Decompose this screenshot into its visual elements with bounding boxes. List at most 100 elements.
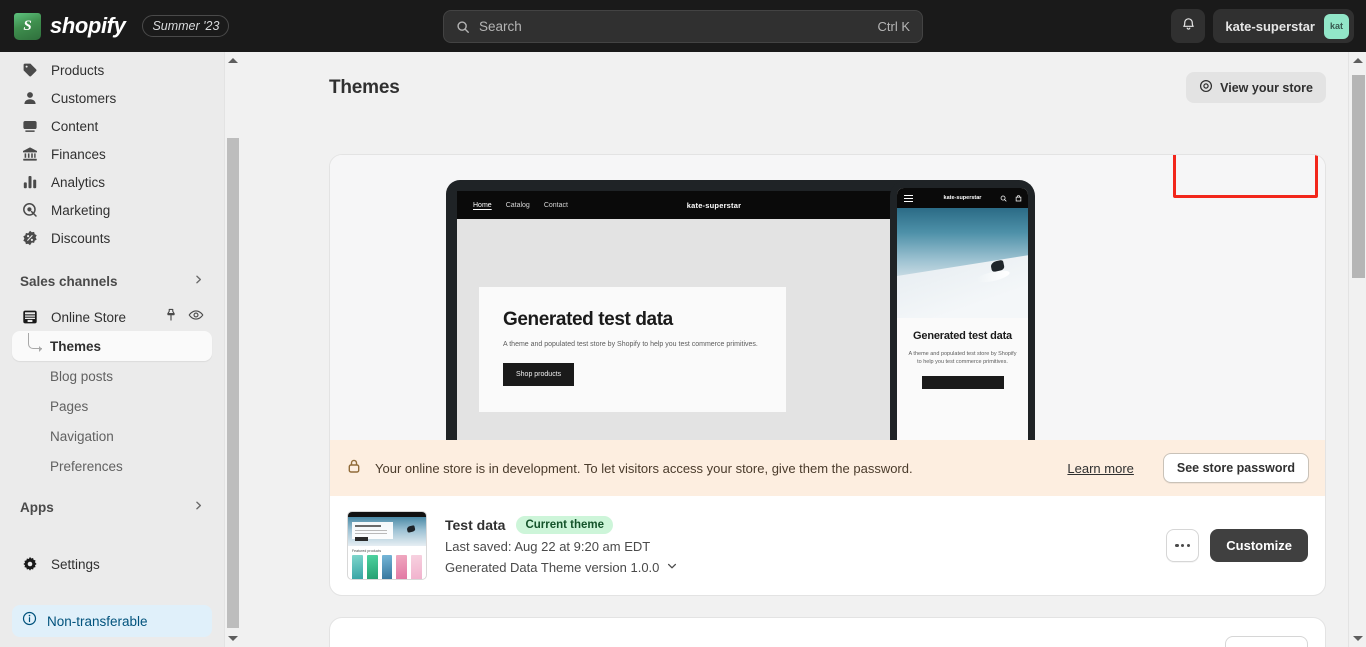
current-theme-card: Home Catalog Contact kate-superstar Gene…	[329, 154, 1326, 596]
bell-icon	[1181, 16, 1196, 36]
sidebar-item-label: Customers	[51, 90, 117, 106]
notifications-button[interactable]	[1171, 9, 1206, 43]
thumbnail-product-grid	[348, 555, 426, 579]
theme-version-dropdown[interactable]: Generated Data Theme version 1.0.0	[445, 560, 1148, 575]
theme-title-line: Test data Current theme	[445, 516, 1148, 534]
lock-icon	[346, 458, 362, 479]
main-scrollbar-thumb[interactable]	[1352, 75, 1365, 278]
avatar: kat	[1324, 13, 1349, 39]
mobile-preview[interactable]: kate-superstar Generated test data A the…	[890, 180, 1035, 440]
sidebar-item-pages[interactable]: Pages	[12, 391, 212, 421]
preview-mobile-button	[921, 376, 1004, 389]
sidebar-item-label: Products	[51, 62, 105, 78]
sidebar-item-finances[interactable]: Finances	[12, 140, 212, 168]
customize-button[interactable]: Customize	[1210, 529, 1308, 562]
page-header: Themes View your store	[241, 52, 1348, 103]
sidebar-scroll-down-arrow[interactable]	[225, 630, 241, 647]
sidebar-item-discounts[interactable]: Discounts	[12, 224, 212, 252]
sidebar-item-products[interactable]: Products	[12, 56, 212, 84]
pin-icon[interactable]	[164, 308, 178, 327]
theme-library-card	[329, 617, 1326, 647]
subnav-elbow-connector	[28, 333, 42, 352]
sidebar-item-label: Online Store	[51, 309, 127, 325]
sidebar-item-content[interactable]: Content	[12, 112, 212, 140]
view-your-store-button[interactable]: View your store	[1186, 72, 1326, 103]
user-name: kate-superstar	[1225, 18, 1315, 34]
version-badge: Summer '23	[142, 15, 230, 37]
tag-icon	[20, 60, 40, 80]
sidebar-item-marketing[interactable]: Marketing	[12, 196, 212, 224]
search-shortcut: Ctrl K	[877, 19, 911, 34]
main-content: Themes View your store Home Catalog Cont…	[241, 52, 1348, 647]
sidebar-item-label: Themes	[50, 338, 102, 354]
view-your-store-label: View your store	[1220, 80, 1313, 95]
target-icon	[20, 200, 40, 220]
view-store-icon	[1199, 79, 1213, 96]
sidebar-item-label: Blog posts	[50, 368, 114, 384]
thumbnail-product	[352, 555, 363, 579]
info-icon	[22, 611, 37, 631]
chevron-right-icon	[193, 274, 204, 288]
see-store-password-button[interactable]: See store password	[1162, 453, 1309, 483]
shopify-bag-icon: S	[14, 12, 41, 40]
sidebar-item-analytics[interactable]: Analytics	[12, 168, 212, 196]
sidebar-item-online-store[interactable]: Online Store	[12, 303, 212, 331]
sidebar-item-label: Finances	[51, 146, 106, 162]
sidebar-item-label: Content	[51, 118, 99, 134]
more-actions-button[interactable]	[1166, 529, 1200, 562]
chevron-right-icon	[193, 500, 204, 514]
eye-icon[interactable]	[188, 307, 204, 328]
bank-icon	[20, 144, 40, 164]
sidebar-item-label: Marketing	[51, 202, 111, 218]
sidebar-item-label: Analytics	[51, 174, 106, 190]
page-title: Themes	[329, 76, 400, 98]
sidebar-item-blog-posts[interactable]: Blog posts	[12, 361, 212, 391]
main-scroll-up-arrow[interactable]	[1349, 52, 1366, 69]
main-scroll-down-arrow[interactable]	[1349, 630, 1366, 647]
preview-mobile-shop-name: kate-superstar	[943, 195, 982, 201]
status-badge: Current theme	[516, 516, 614, 534]
storefront-icon	[20, 307, 40, 327]
cart-icon	[1015, 189, 1022, 207]
bar-chart-icon	[20, 172, 40, 192]
sidebar-item-navigation[interactable]: Navigation	[12, 421, 212, 451]
user-menu-button[interactable]: kate-superstar kat	[1213, 9, 1354, 43]
development-banner-message: Your online store is in development. To …	[375, 460, 913, 476]
search-icon	[456, 20, 470, 34]
sidebar-scrollbar[interactable]	[224, 52, 240, 647]
sidebar-item-preferences[interactable]: Preferences	[12, 451, 212, 481]
thumbnail-hero	[348, 517, 426, 546]
sidebar-item-label: Discounts	[51, 230, 111, 246]
gear-icon	[20, 554, 40, 574]
sidebar-section-apps[interactable]: Apps	[12, 493, 212, 521]
non-transferable-banner[interactable]: Non-transferable	[12, 605, 212, 637]
content-icon	[20, 116, 40, 136]
sidebar-section-sales-channels[interactable]: Sales channels	[12, 267, 212, 295]
shopify-logo[interactable]: S shopify Summer '23	[0, 12, 230, 40]
discount-icon	[20, 228, 40, 248]
sidebar-section-label: Sales channels	[20, 273, 118, 289]
preview-shop-products-button: Shop products	[503, 362, 575, 386]
theme-library-button[interactable]	[1225, 636, 1308, 647]
thumbnail-hero-card	[352, 522, 393, 541]
search-icon	[1000, 189, 1007, 207]
thumbnail-product	[411, 555, 422, 579]
search-input[interactable]: Search Ctrl K	[443, 10, 923, 43]
sidebar-item-customers[interactable]: Customers	[12, 84, 212, 112]
sidebar: Products Customers Content Finances Anal…	[0, 52, 224, 647]
sidebar-item-settings[interactable]: Settings	[12, 550, 212, 578]
shopify-wordmark: shopify	[50, 13, 126, 38]
theme-actions: Customize	[1166, 155, 1318, 562]
preview-mobile-hero-body: Generated test data A theme and populate…	[897, 318, 1028, 394]
theme-name: Test data	[445, 517, 506, 533]
theme-row: Featured products Test data Current them…	[330, 155, 1325, 595]
preview-mobile-nav-icons	[1000, 189, 1022, 207]
sidebar-scroll-up-arrow[interactable]	[225, 52, 241, 69]
theme-thumbnail[interactable]: Featured products	[347, 511, 427, 580]
main-scrollbar[interactable]	[1348, 52, 1366, 647]
preview-mobile-hero-photo	[897, 208, 1028, 318]
sidebar-scrollbar-thumb[interactable]	[227, 138, 239, 628]
theme-info: Test data Current theme Last saved: Aug …	[445, 516, 1148, 575]
theme-version-label: Generated Data Theme version 1.0.0	[445, 560, 660, 575]
learn-more-link[interactable]: Learn more	[1067, 461, 1133, 476]
